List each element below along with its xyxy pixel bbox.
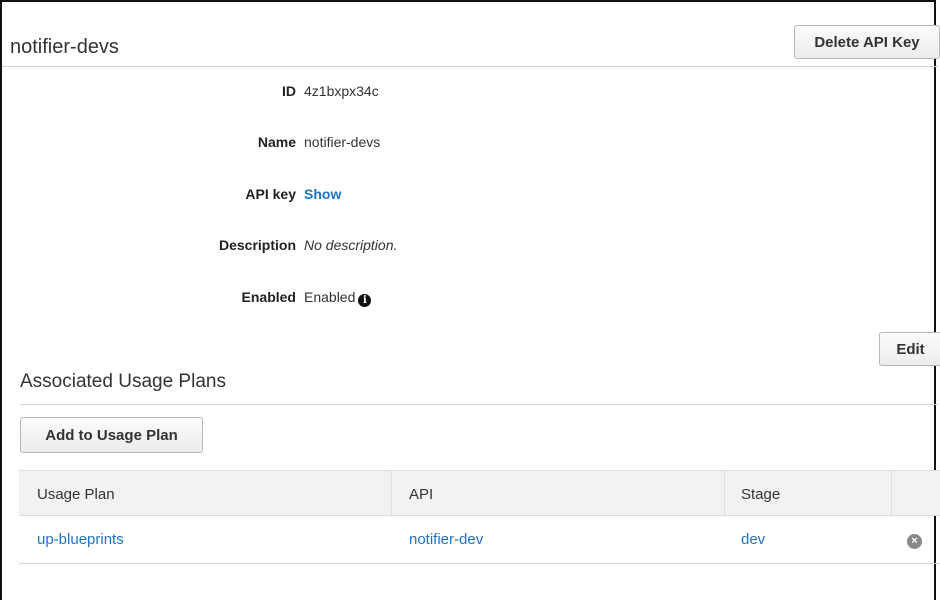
- detail-value-enabled: Enabled i: [304, 289, 372, 307]
- column-header-stage[interactable]: Stage: [741, 486, 780, 503]
- usage-plans-section-title: Associated Usage Plans: [20, 371, 226, 392]
- add-to-usage-plan-button[interactable]: Add to Usage Plan: [20, 417, 203, 453]
- column-divider: [391, 471, 392, 517]
- detail-label-enabled: Enabled: [241, 289, 296, 305]
- detail-row-description: Description No description.: [2, 237, 602, 257]
- table-header: Usage Plan API Stage: [19, 470, 940, 517]
- stage-link[interactable]: dev: [741, 531, 765, 548]
- detail-value-description: No description.: [304, 237, 398, 253]
- detail-value-name: notifier-devs: [304, 134, 381, 150]
- column-divider: [891, 471, 892, 517]
- detail-label-api-key: API key: [245, 186, 296, 202]
- detail-row-id: ID 4z1bxpx34c: [2, 83, 602, 103]
- header-divider: [2, 66, 938, 67]
- edit-button[interactable]: Edit: [879, 332, 940, 366]
- usage-plan-link[interactable]: up-blueprints: [37, 531, 124, 548]
- usage-plans-table: Usage Plan API Stage up-blueprints notif…: [19, 470, 940, 564]
- detail-value-id: 4z1bxpx34c: [304, 83, 379, 99]
- detail-row-enabled: Enabled Enabled i: [2, 289, 602, 309]
- section-divider: [20, 404, 938, 405]
- api-key-title: notifier-devs: [10, 36, 119, 58]
- detail-label-description: Description: [218, 237, 296, 253]
- column-divider: [724, 471, 725, 517]
- detail-row-api-key: API key Show: [2, 186, 602, 206]
- table-row: up-blueprints notifier-dev dev ×: [19, 516, 940, 564]
- detail-label-id: ID: [282, 83, 296, 99]
- enabled-status-text: Enabled: [304, 289, 356, 305]
- show-api-key-link[interactable]: Show: [304, 186, 341, 202]
- column-header-api[interactable]: API: [409, 486, 433, 503]
- api-link[interactable]: notifier-dev: [409, 531, 483, 548]
- delete-api-key-button[interactable]: Delete API Key: [794, 25, 940, 59]
- detail-row-name: Name notifier-devs: [2, 134, 602, 154]
- detail-label-name: Name: [257, 134, 296, 150]
- remove-circle-icon[interactable]: ×: [907, 534, 922, 549]
- info-circle-icon[interactable]: i: [358, 294, 372, 307]
- api-key-panel: notifier-devs Delete API Key ID 4z1bxpx3…: [0, 0, 940, 600]
- column-header-usage-plan[interactable]: Usage Plan: [37, 486, 115, 503]
